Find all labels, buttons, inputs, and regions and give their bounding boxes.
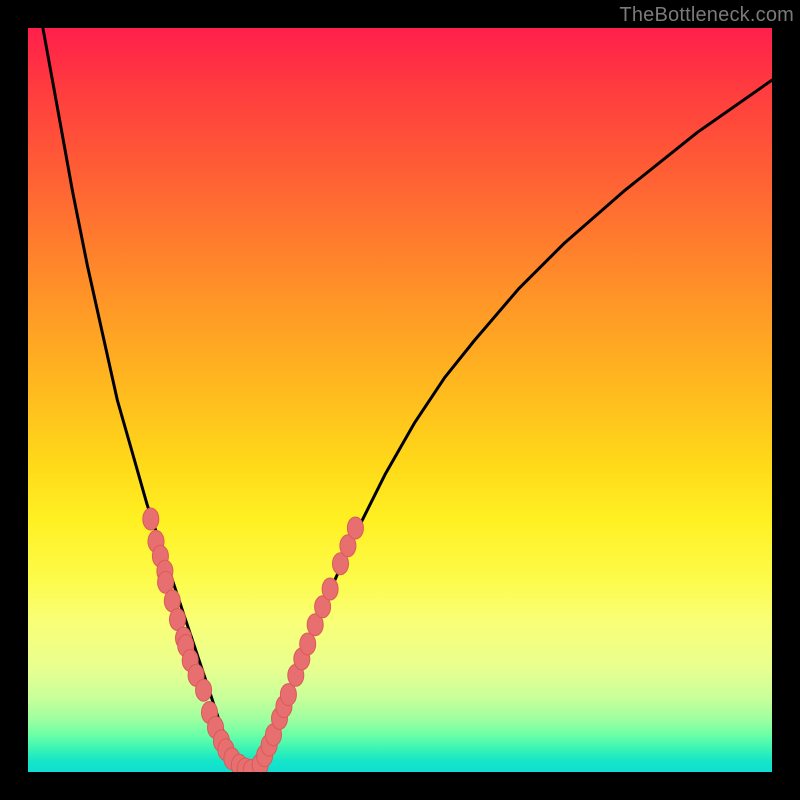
chart-svg — [28, 28, 772, 772]
right-marker — [280, 684, 296, 706]
curve-group — [43, 28, 772, 772]
plot-area — [28, 28, 772, 772]
right-marker — [300, 633, 316, 655]
right-marker — [347, 517, 363, 539]
left-marker — [196, 679, 212, 701]
markers-group — [143, 508, 364, 772]
right-marker — [322, 578, 338, 600]
bottleneck-curve — [43, 28, 772, 772]
watermark-text: TheBottleneck.com — [619, 4, 794, 27]
left-marker — [143, 508, 159, 530]
chart-frame: TheBottleneck.com — [0, 0, 800, 800]
